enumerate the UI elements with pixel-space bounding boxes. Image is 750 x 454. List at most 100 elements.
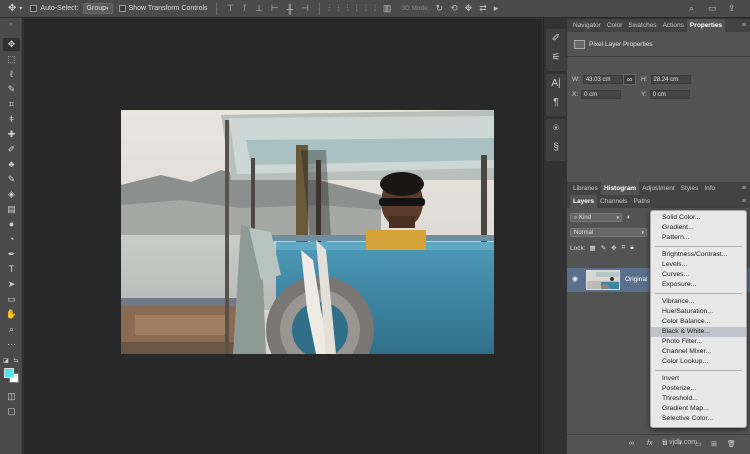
crop-icon[interactable]: ⌗ [3, 98, 20, 111]
y-input[interactable]: 0 cm [649, 90, 690, 99]
clone-source-icon[interactable]: ⍟ [546, 119, 566, 138]
align-bottom-icon[interactable]: ⊥ [255, 3, 263, 14]
tab-layers[interactable]: Layers [570, 195, 597, 208]
width-input[interactable]: 43.03 cm [582, 75, 623, 84]
quick-select-icon[interactable]: ✎ [3, 83, 20, 96]
transform-controls-checkbox[interactable] [118, 5, 126, 12]
tab-histogram[interactable]: Histogram [600, 182, 640, 195]
panel-menu-icon[interactable]: ≡ [742, 19, 746, 32]
filter-pixel-icon[interactable]: ◐ [627, 214, 631, 221]
distribute-bottom-icon[interactable]: ⫶ [347, 3, 349, 14]
menu-item-pattern[interactable]: Pattern... [651, 233, 746, 243]
menu-item-gradient-map[interactable]: Gradient Map... [651, 404, 746, 414]
menu-item-selective-color[interactable]: Selective Color... [651, 414, 746, 424]
tab-channels[interactable]: Channels [597, 195, 630, 208]
tab-properties[interactable]: Properties [686, 19, 726, 32]
menu-item-levels[interactable]: Levels... [651, 260, 746, 270]
tab-color[interactable]: Color [604, 19, 626, 32]
menu-item-color-lookup[interactable]: Color Lookup... [651, 357, 746, 367]
tab-styles[interactable]: Styles [678, 182, 702, 195]
menu-item-curves[interactable]: Curves... [651, 270, 746, 280]
move-tool-icon[interactable]: ✥ [8, 0, 16, 18]
menu-item-hue-saturation[interactable]: Hue/Saturation... [651, 307, 746, 317]
roll-3d-icon[interactable]: ⟲ [450, 3, 458, 14]
auto-select-checkbox[interactable] [30, 5, 38, 12]
menu-item-brightness-contrast[interactable]: Brightness/Contrast... [651, 250, 746, 260]
menu-item-gradient[interactable]: Gradient... [651, 223, 746, 233]
x-input[interactable]: 0 cm [581, 90, 622, 99]
default-colors-icon[interactable]: ◪ [1, 354, 11, 367]
zoom-icon[interactable]: ⌕ [3, 323, 20, 336]
tab-navigator[interactable]: Navigator [570, 19, 604, 32]
menu-item-solid-color[interactable]: Solid Color... [651, 213, 746, 223]
brush-settings-icon[interactable]: ⚟ [546, 48, 566, 67]
blend-mode-dropdown[interactable]: Normal ▾ [570, 228, 647, 237]
panel-menu-icon[interactable]: ≡ [742, 195, 746, 208]
lock-transparent-icon[interactable]: ▦ [590, 244, 596, 252]
document-canvas[interactable] [24, 19, 542, 454]
menu-item-exposure[interactable]: Exposure... [651, 280, 746, 290]
delete-layer-icon[interactable]: 🗑︎ [727, 440, 736, 448]
distribute-center-icon[interactable]: ⫶ [337, 3, 339, 14]
brush-icon[interactable]: ✐ [3, 143, 20, 156]
tab-info[interactable]: Info [701, 182, 718, 195]
path-select-icon[interactable]: ➤ [3, 278, 20, 291]
align-right-icon[interactable]: ⊣ [301, 3, 309, 14]
hand-icon[interactable]: ✋ [3, 308, 20, 321]
menu-item-photo-filter[interactable]: Photo Filter... [651, 337, 746, 347]
eraser-icon[interactable]: ◈ [3, 188, 20, 201]
slide-3d-icon[interactable]: ⇄ [479, 3, 487, 14]
screen-mode-icon[interactable]: ▢ [3, 405, 20, 418]
align-vcenter-icon[interactable]: ⊺ [242, 3, 247, 14]
gradient-icon[interactable]: ▤ [3, 203, 20, 216]
marquee-icon[interactable]: ⬚ [3, 53, 20, 66]
lock-position-icon[interactable]: ✥ [611, 244, 616, 252]
rectangle-icon[interactable]: ▭ [3, 293, 20, 306]
history-brush-icon[interactable]: ✎ [3, 173, 20, 186]
menu-item-black-white[interactable]: Black & White... [651, 327, 746, 337]
character-icon[interactable]: A| [546, 74, 566, 93]
lock-all-icon[interactable]: 🔒︎ [630, 244, 633, 252]
align-top-icon[interactable]: ⊤ [227, 3, 235, 14]
distribute-hcenter-icon[interactable]: ⦙ [365, 3, 367, 14]
brush-presets-icon[interactable]: ✐ [546, 29, 566, 48]
align-hcenter-icon[interactable]: ╫ [287, 4, 293, 14]
quick-mask-icon[interactable]: ◫ [3, 390, 20, 403]
share-icon[interactable]: ⇪ [728, 3, 736, 14]
toolbar-grip[interactable]: » [0, 18, 22, 32]
dodge-icon[interactable]: ◔ [3, 233, 20, 246]
fx-label[interactable]: fx [647, 440, 652, 447]
lock-artboard-icon[interactable]: ⌗ [622, 244, 626, 252]
distribute-top-icon[interactable]: ⫶ [328, 3, 330, 14]
auto-select-dropdown[interactable]: Group ▾ [82, 3, 113, 14]
lasso-icon[interactable]: ℓ [3, 68, 20, 81]
tab-adjustments[interactable]: Adjustment [639, 182, 678, 195]
layer-filter-dropdown[interactable]: ⌕ Kind ▾ [570, 213, 622, 222]
type-icon[interactable]: T [3, 263, 20, 276]
menu-item-channel-mixer[interactable]: Channel Mixer... [651, 347, 746, 357]
menu-item-posterize[interactable]: Posterize... [651, 384, 746, 394]
timeline-icon[interactable]: § [546, 138, 566, 157]
stamp-icon[interactable]: ♣ [3, 158, 20, 171]
blur-icon[interactable]: ● [3, 218, 20, 231]
swap-colors-icon[interactable]: ⇆ [11, 354, 21, 367]
link-icon[interactable]: ∞ [623, 74, 636, 85]
lock-pixels-icon[interactable]: ✎ [601, 244, 606, 252]
more-icon[interactable]: ⋯ [3, 338, 20, 351]
new-layer-icon[interactable]: ⊞ [711, 440, 717, 448]
healing-icon[interactable]: ✚ [3, 128, 20, 141]
distribute-right-icon[interactable]: ⦙ [374, 3, 376, 14]
link-layers-icon[interactable]: ∞ [629, 440, 634, 447]
chevron-down-icon[interactable]: ▾ [19, 0, 22, 18]
tab-libraries[interactable]: Libraries [570, 182, 601, 195]
scale-3d-icon[interactable]: ▸ [494, 3, 499, 14]
foreground-color-swatch[interactable] [4, 368, 14, 378]
menu-item-invert[interactable]: Invert [651, 374, 746, 384]
panel-menu-icon[interactable]: ≡ [742, 182, 746, 195]
move-icon[interactable]: ✥ [3, 38, 20, 51]
paragraph-icon[interactable]: ¶ [546, 93, 566, 112]
height-input[interactable]: 28.24 cm [650, 75, 691, 84]
search-icon[interactable]: ⌕ [689, 3, 694, 14]
auto-align-icon[interactable]: ▥ [383, 3, 392, 14]
eye-icon[interactable]: ◉ [572, 275, 578, 283]
